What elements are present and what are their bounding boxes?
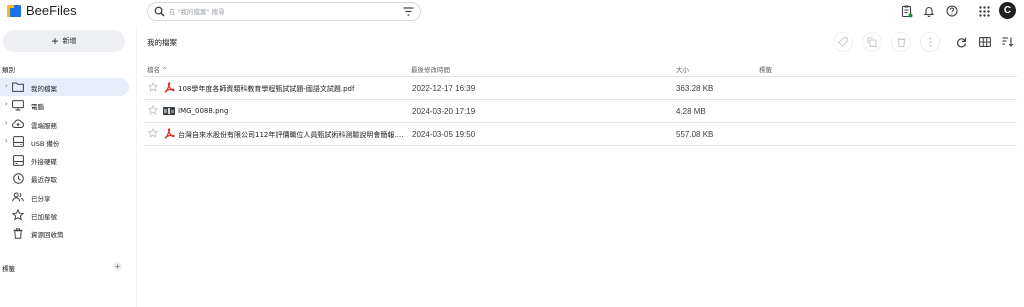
people-icon: [12, 191, 24, 203]
star-outline-icon[interactable]: [148, 82, 158, 92]
sidebar-item-usb-backup[interactable]: › USB 備份: [0, 133, 129, 151]
usb-drive-icon: [12, 136, 24, 148]
sidebar-item-cloud[interactable]: › 雲端服務: [0, 115, 129, 133]
chevron-right-icon[interactable]: ›: [5, 137, 8, 145]
star-icon: [12, 209, 24, 221]
apps-grid-icon[interactable]: [977, 4, 991, 18]
file-name[interactable]: 台灣自來水股份有限公司112年評價職位人員甄試術科測驗說明會簡報.pdf: [178, 130, 406, 140]
sort-icon[interactable]: [998, 32, 1018, 52]
file-size: 557.08 KB: [676, 130, 714, 139]
sidebar-item-shared[interactable]: 已分享: [0, 188, 129, 206]
tag-icon[interactable]: [833, 32, 853, 52]
star-outline-icon[interactable]: [148, 128, 158, 138]
trash-icon: [12, 227, 24, 239]
notes-icon[interactable]: [900, 4, 914, 18]
avatar[interactable]: C: [999, 2, 1016, 19]
sidebar-item-label: 外接硬碟: [31, 158, 57, 167]
sidebar-item-starred[interactable]: 已加星號: [0, 206, 129, 224]
sidebar-item-label: USB 備份: [31, 139, 60, 148]
column-header-label: 檔名: [147, 66, 160, 74]
file-name[interactable]: IMG_0088.png: [178, 107, 406, 115]
pdf-file-icon: [163, 128, 175, 139]
column-header-tags[interactable]: 標籤: [759, 64, 772, 74]
page-title: 我的檔案: [147, 38, 177, 47]
column-header-name[interactable]: 檔名 ^: [147, 64, 167, 74]
sidebar-item-label: 雲端服務: [31, 121, 57, 130]
column-header-size[interactable]: 大小: [676, 64, 689, 74]
sidebar-nav: › 我的檔案 › 電腦 › 雲端服務 › USB 備份 外接硬碟 最近存取 已分…: [0, 78, 132, 243]
sidebar-item-label: 已加星號: [31, 213, 57, 222]
plus-icon: +: [51, 34, 59, 48]
tags-heading: 標籤: [2, 265, 15, 273]
chevron-right-icon[interactable]: ›: [5, 119, 8, 127]
table-row[interactable]: 台灣自來水股份有限公司112年評價職位人員甄試術科測驗說明會簡報.pdf 202…: [143, 123, 1017, 146]
top-bar: BeeFiles C: [0, 0, 1024, 26]
sidebar-item-my-files[interactable]: › 我的檔案: [0, 78, 129, 97]
refresh-icon[interactable]: [951, 32, 971, 52]
sidebar-item-external-drive[interactable]: 外接硬碟: [0, 151, 129, 169]
pdf-file-icon: [163, 82, 175, 93]
sidebar-item-recent[interactable]: 最近存取: [0, 169, 129, 187]
more-vert-icon[interactable]: [920, 32, 940, 52]
add-tag-button[interactable]: +: [113, 262, 122, 271]
sidebar-item-trash[interactable]: 資源回收筒: [0, 224, 129, 242]
delete-icon[interactable]: [891, 32, 911, 52]
notification-bell-icon[interactable]: [922, 4, 936, 18]
beefiles-logo-icon[interactable]: [6, 3, 22, 19]
categories-heading: 類別: [2, 66, 15, 74]
search-icon[interactable]: [154, 6, 165, 17]
file-modified: 2024-03-05 19:50: [412, 130, 476, 139]
copy-icon[interactable]: [862, 32, 882, 52]
sidebar-item-label: 我的檔案: [31, 85, 57, 93]
file-name[interactable]: 108學年度各師資類科教育學程甄試試題-國語文試題.pdf: [178, 84, 406, 94]
sort-ascending-icon: ^: [162, 67, 168, 74]
file-modified: 2024-03-20 17:19: [412, 107, 476, 116]
file-size: 363.28 KB: [676, 84, 714, 93]
sidebar-divider: [136, 26, 137, 307]
image-thumbnail-icon: [163, 105, 175, 116]
computer-icon: [12, 99, 24, 111]
sidebar-item-label: 電腦: [31, 103, 44, 112]
chevron-right-icon[interactable]: ›: [5, 100, 8, 108]
file-modified: 2022-12-17 16:39: [412, 84, 476, 93]
sidebar-item-label: 最近存取: [31, 176, 57, 185]
cloud-icon: [12, 118, 24, 130]
search-input[interactable]: [169, 5, 389, 18]
sidebar-item-label: 已分享: [31, 194, 51, 203]
chevron-right-icon[interactable]: ›: [5, 82, 8, 90]
column-header-modified[interactable]: 最後修改時間: [411, 64, 450, 74]
star-outline-icon[interactable]: [148, 105, 158, 115]
sidebar-item-computer[interactable]: › 電腦: [0, 96, 129, 114]
table-row[interactable]: IMG_0088.png 2024-03-20 17:19 4.28 MB: [143, 100, 1017, 123]
clock-icon: [12, 172, 24, 184]
filter-icon[interactable]: [403, 7, 414, 16]
search-bar[interactable]: [147, 2, 421, 21]
grid-view-icon[interactable]: [975, 32, 995, 52]
new-button-label: 新增: [62, 37, 77, 45]
external-drive-icon: [12, 154, 24, 166]
new-button[interactable]: + 新增: [3, 30, 125, 52]
file-size: 4.28 MB: [676, 107, 706, 116]
help-icon[interactable]: [945, 4, 959, 18]
table-row[interactable]: 108學年度各師資類科教育學程甄試試題-國語文試題.pdf 2022-12-17…: [143, 77, 1017, 100]
folder-icon: [12, 81, 24, 93]
sidebar-item-label: 資源回收筒: [31, 231, 64, 240]
app-name: BeeFiles: [26, 3, 77, 18]
